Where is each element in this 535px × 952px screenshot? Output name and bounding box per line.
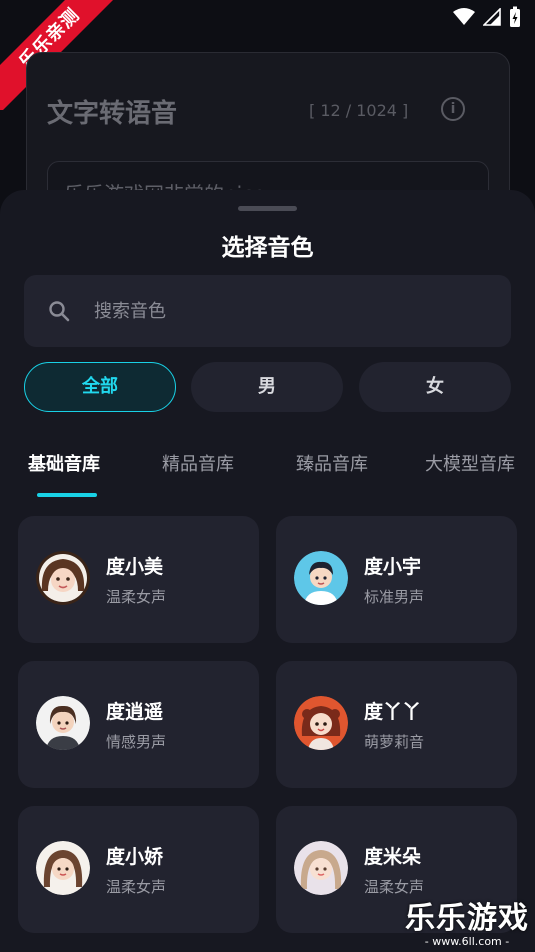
avatar (36, 696, 90, 750)
filter-female[interactable]: 女 (359, 362, 511, 412)
search-input[interactable] (94, 295, 474, 327)
sheet-title: 选择音色 (221, 235, 314, 261)
filter-all[interactable]: 全部 (24, 362, 176, 412)
battery-icon (510, 6, 520, 27)
voice-card[interactable]: 度小宇 标准男声 (276, 516, 517, 643)
tab-premium[interactable]: 精品音库 (162, 450, 234, 476)
drag-handle[interactable] (238, 206, 297, 211)
voice-card[interactable]: 度小美 温柔女声 (18, 516, 259, 643)
site-watermark: 乐乐游戏 - www.6ll.com - (405, 893, 529, 948)
voice-card[interactable]: 度丫丫 萌萝莉音 (276, 661, 517, 788)
voice-desc: 萌萝莉音 (364, 733, 425, 751)
tab-deluxe[interactable]: 臻品音库 (296, 450, 368, 476)
avatar (294, 841, 348, 895)
info-icon[interactable]: i (441, 97, 465, 121)
tab-indicator (37, 493, 97, 497)
voice-name: 度米朵 (364, 846, 422, 868)
voice-name: 度小宇 (364, 556, 422, 578)
voice-desc: 标准男声 (364, 588, 425, 606)
voice-name: 度丫丫 (364, 701, 422, 723)
signal-icon (483, 8, 501, 26)
voice-desc: 温柔女声 (106, 588, 167, 606)
voice-name: 度逍遥 (106, 701, 164, 723)
search-icon (49, 301, 70, 322)
search-bar[interactable] (24, 275, 511, 347)
panel-title: 文字转语音 (47, 99, 178, 129)
voice-card[interactable]: 度逍遥 情感男声 (18, 661, 259, 788)
avatar (294, 551, 348, 605)
char-counter: [ 12 / 1024 ] (309, 101, 409, 120)
filter-male[interactable]: 男 (191, 362, 343, 412)
voice-select-sheet: 选择音色 全部 男 女 基础音库 精品音库 臻品音库 大模型音库 度小美 温柔女… (0, 190, 535, 952)
avatar (294, 696, 348, 750)
voice-card[interactable]: 度小娇 温柔女声 (18, 806, 259, 933)
avatar (36, 841, 90, 895)
wifi-icon (453, 8, 475, 25)
voice-desc: 情感男声 (106, 733, 167, 751)
voice-name: 度小娇 (106, 846, 164, 868)
tab-large-model[interactable]: 大模型音库 (425, 450, 515, 476)
voice-desc: 温柔女声 (106, 878, 167, 896)
tab-basic[interactable]: 基础音库 (28, 450, 100, 476)
avatar (36, 551, 90, 605)
voice-name: 度小美 (106, 556, 164, 578)
watermark-title: 乐乐游戏 (405, 901, 529, 936)
